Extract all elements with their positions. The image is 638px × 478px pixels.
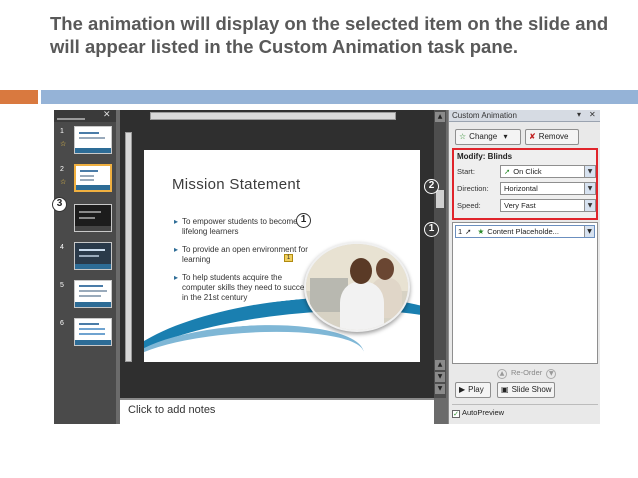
animation-star-icon: ☆ — [60, 178, 67, 186]
bullet-item: ▸ To empower students to become lifelong … — [174, 217, 298, 236]
slides-pane-tabs[interactable] — [57, 112, 85, 120]
scroll-down-icon[interactable]: ▼ — [435, 372, 445, 382]
slides-pane: ✕ 1 ☆ 2 ☆ 3 4 5 — [54, 110, 116, 424]
slide-photo[interactable] — [304, 242, 410, 332]
slide-thumbnail-1[interactable] — [74, 126, 112, 154]
content-placeholder[interactable]: ▸ To empower students to become lifelong … — [174, 217, 314, 311]
slide-thumbnail-4[interactable] — [74, 242, 112, 270]
vertical-ruler — [125, 132, 132, 362]
bullet-item: ▸ To help students acquire the computer s… — [174, 273, 314, 302]
move-down-icon[interactable]: ▼ — [546, 369, 557, 379]
close-icon[interactable]: ✕ — [589, 110, 596, 119]
horizontal-ruler — [150, 112, 396, 120]
bullet-item: ▸ To provide an open environment for lear… — [174, 245, 308, 264]
task-pane-header: Custom Animation ▾ ✕ — [449, 110, 600, 122]
notes-pane[interactable]: Click to add notes — [120, 398, 434, 424]
vertical-scrollbar[interactable]: ▲ ▲ ▼ ▼ — [434, 110, 446, 398]
direction-dropdown[interactable]: Horizontal ▼ — [500, 182, 596, 195]
slide-number: 4 — [60, 244, 64, 251]
callout-marker: 3 — [52, 197, 67, 212]
slides-pane-header: ✕ — [54, 110, 116, 122]
caption-text: The animation will display on the select… — [50, 13, 609, 57]
play-icon: ▶ — [459, 385, 466, 394]
slide-number: 2 — [60, 166, 64, 173]
next-slide-icon[interactable]: ▼ — [435, 384, 445, 394]
divider — [452, 404, 598, 405]
checkbox-icon: ✓ — [452, 410, 460, 418]
slide-title[interactable]: Mission Statement — [172, 176, 300, 193]
callout-marker: 1 — [296, 213, 311, 228]
start-dropdown[interactable]: ➚ On Click ▼ — [500, 165, 596, 178]
add-effect-icon: ☆ — [459, 132, 467, 141]
slide-thumbnail-6[interactable] — [74, 318, 112, 346]
slide-thumbnail-3[interactable] — [74, 204, 112, 232]
scroll-up-icon[interactable]: ▲ — [435, 360, 445, 370]
callout-marker: 1 — [424, 222, 439, 237]
bullet-icon: ▸ — [174, 217, 179, 226]
chevron-down-icon: ▼ — [584, 200, 595, 211]
powerpoint-window: ✕ 1 ☆ 2 ☆ 3 4 5 — [54, 110, 600, 424]
slide-editing-area: Mission Statement ▸ To empower students t… — [120, 110, 446, 424]
chevron-down-icon: ▼ — [584, 226, 594, 237]
callout-marker: 2 — [424, 179, 439, 194]
close-icon[interactable]: ✕ — [103, 110, 111, 120]
bullet-icon: ▸ — [174, 273, 179, 282]
modify-label: Modify: Blinds — [457, 152, 513, 161]
modify-effect-section: Modify: Blinds Start: ➚ On Click ▼ Directi… — [452, 148, 598, 220]
effect-star-icon: ★ — [477, 227, 485, 236]
slide-thumbnail-2[interactable] — [74, 164, 112, 192]
mouse-click-icon: ➚ — [465, 227, 472, 236]
slide-show-icon: ▣ — [501, 385, 509, 394]
play-button[interactable]: ▶ Play — [455, 382, 491, 398]
scroll-up-icon[interactable]: ▲ — [435, 112, 445, 122]
reorder-control: ▲ Re-Order ▼ — [493, 368, 560, 379]
chevron-down-icon: ▼ — [584, 166, 595, 177]
custom-animation-pane: Custom Animation ▾ ✕ ☆ Change ▾ ✘ Remove M… — [448, 110, 600, 424]
direction-label: Direction: — [457, 184, 489, 193]
animation-list[interactable]: 1 ➚ ★ Content Placeholde... ▼ — [452, 222, 598, 364]
animation-order-tag[interactable]: 1 — [284, 254, 293, 262]
slide-thumbnail-5[interactable] — [74, 280, 112, 308]
accent-bar-orange — [0, 90, 38, 104]
move-up-icon[interactable]: ▲ — [497, 369, 507, 379]
chevron-down-icon[interactable]: ▾ — [577, 110, 581, 119]
slide-show-button[interactable]: ▣ Slide Show — [497, 382, 555, 398]
task-pane-title: Custom Animation — [452, 111, 517, 120]
slide-canvas[interactable]: Mission Statement ▸ To empower students t… — [144, 150, 420, 362]
start-label: Start: — [457, 167, 475, 176]
scroll-thumb[interactable] — [436, 190, 444, 208]
notes-placeholder: Click to add notes — [128, 404, 216, 416]
accent-bar-blue — [41, 90, 638, 104]
speed-dropdown[interactable]: Very Fast ▼ — [500, 199, 596, 212]
animation-list-item[interactable]: 1 ➚ ★ Content Placeholde... ▼ — [455, 225, 595, 238]
change-button[interactable]: ☆ Change ▾ — [455, 129, 521, 145]
autopreview-checkbox[interactable]: ✓ AutoPreview — [452, 408, 504, 418]
animation-star-icon: ☆ — [60, 140, 67, 148]
chevron-down-icon: ▾ — [503, 132, 508, 141]
speed-label: Speed: — [457, 201, 481, 210]
slide-number: 5 — [60, 282, 64, 289]
remove-icon: ✘ — [529, 132, 536, 141]
mouse-click-icon: ➚ — [504, 167, 511, 176]
slide-number: 6 — [60, 320, 64, 327]
slide-number: 1 — [60, 128, 64, 135]
remove-button[interactable]: ✘ Remove — [525, 129, 579, 145]
bullet-icon: ▸ — [174, 245, 179, 254]
chevron-down-icon: ▼ — [584, 183, 595, 194]
